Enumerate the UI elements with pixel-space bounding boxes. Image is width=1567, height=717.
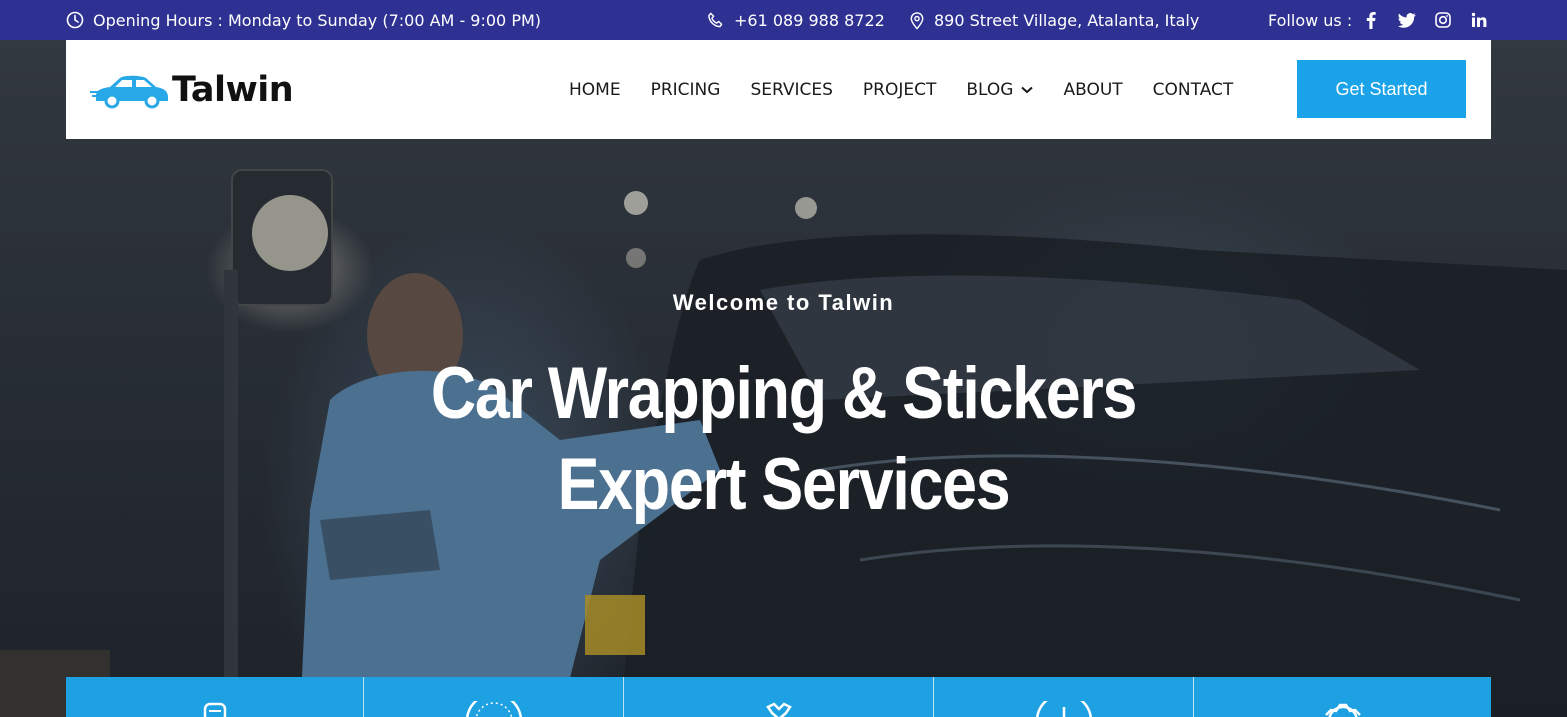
car-logo-icon [90, 75, 168, 109]
feature-gauge[interactable] [363, 677, 623, 717]
twitter-icon[interactable] [1396, 9, 1418, 31]
follow-label: Follow us : [1268, 10, 1353, 30]
feature-speedometer[interactable] [933, 677, 1193, 717]
opening-hours-text: Opening Hours : Monday to Sunday (7:00 A… [93, 10, 542, 30]
nav-pricing[interactable]: PRICING [651, 80, 721, 100]
address-text: 890 Street Village, Atalanta, Italy [934, 10, 1200, 30]
phone-contact[interactable]: +61 089 988 8722 [706, 0, 885, 40]
nav-project[interactable]: PROJECT [863, 80, 936, 100]
hero-title: Car Wrapping & Stickers Expert Services [110, 348, 1458, 530]
facebook-icon[interactable] [1360, 9, 1382, 31]
nav-home[interactable]: HOME [569, 80, 621, 100]
nav-blog-label: BLOG [966, 79, 1014, 100]
linkedin-icon[interactable] [1468, 9, 1490, 31]
site-header: Talwin HOME PRICING SERVICES PROJECT BLO… [66, 40, 1491, 139]
gauge-icon [465, 701, 522, 717]
hero-title-line1: Car Wrapping & Stickers [430, 353, 1138, 434]
logo[interactable]: Talwin [90, 70, 294, 110]
social-follow: Follow us : [1268, 0, 1490, 40]
technician-icon [765, 702, 792, 717]
gear-icon [1324, 703, 1361, 717]
nav-about[interactable]: ABOUT [1063, 80, 1122, 100]
speedometer-icon [1035, 701, 1092, 717]
clock-icon [66, 11, 84, 29]
hero-title-line2: Expert Services [557, 444, 1011, 525]
feature-technician[interactable] [623, 677, 933, 717]
location-pin-icon [910, 11, 924, 30]
top-info-bar: Opening Hours : Monday to Sunday (7:00 A… [0, 0, 1567, 40]
instagram-icon[interactable] [1432, 9, 1454, 31]
feature-seat[interactable] [66, 677, 363, 717]
phone-icon [708, 12, 723, 27]
feature-strip [66, 677, 1491, 717]
social-links [1360, 9, 1490, 31]
main-nav: HOME PRICING SERVICES PROJECT BLOG ABOUT… [569, 40, 1263, 139]
nav-blog[interactable]: BLOG [966, 79, 1034, 100]
opening-hours: Opening Hours : Monday to Sunday (7:00 A… [66, 0, 541, 40]
nav-contact[interactable]: CONTACT [1153, 80, 1234, 100]
address: 890 Street Village, Atalanta, Italy [909, 0, 1199, 40]
get-started-button[interactable]: Get Started [1297, 60, 1466, 118]
nav-services[interactable]: SERVICES [750, 80, 832, 100]
logo-text: Talwin [172, 70, 294, 110]
phone-text[interactable]: +61 089 988 8722 [734, 11, 885, 30]
chevron-down-icon [1021, 86, 1034, 93]
seat-icon [203, 702, 226, 717]
feature-gear[interactable] [1193, 677, 1491, 717]
hero-eyebrow: Welcome to Talwin [672, 290, 895, 315]
